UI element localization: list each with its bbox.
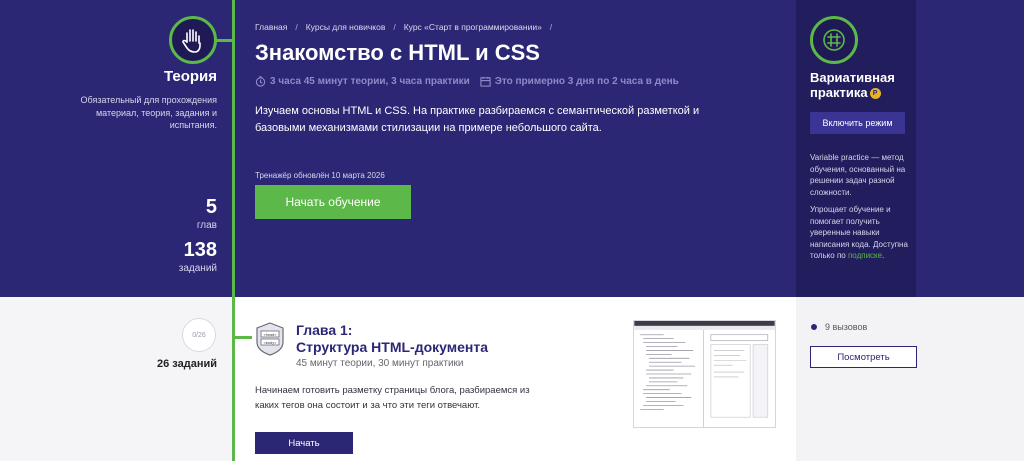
course-meta: 3 часа 45 минут теории, 3 часа практики … [255,76,689,87]
chapter-time: 45 минут теории, 30 минут практики [296,358,464,369]
coin-icon: Р [869,88,881,100]
variable-practice-title: Вариативная практика Р [810,70,916,100]
timeline-line [232,0,235,461]
variable-practice-note-end: . [882,251,885,260]
variable-practice-badge [810,16,858,64]
chapter-progress: 0/26 [182,318,216,352]
tasks-label: заданий [178,263,217,274]
variable-practice-note: Упрощает обучение и помогает получить ув… [810,204,916,262]
theory-title: Теория [163,68,217,85]
icon-head-tag: <head> [264,333,278,337]
enable-mode-button[interactable]: Включить режим [810,112,905,134]
breadcrumb-course[interactable]: Курс «Старт в программировании» [404,22,542,32]
breadcrumb-separator: / [393,22,396,32]
chapter-preview-image [633,320,776,428]
clock-icon [255,76,266,87]
breadcrumb-separator: / [295,22,298,32]
hand-icon [182,29,201,53]
breadcrumb-beginner-courses[interactable]: Курсы для новичков [306,22,386,32]
updated-date: Тренажёр обновлён 10 марта 2026 [255,171,385,180]
duration-text: 3 часа 45 минут теории, 3 часа практики [270,76,470,87]
chapters-count: 5 [205,196,217,218]
theory-badge [169,16,217,64]
chapter-description: Начинаем готовить разметку страницы блог… [255,385,530,411]
chapter-calls: 9 вызовов [811,322,867,332]
chapter-title[interactable]: Глава 1: Структура HTML-документа [296,322,488,356]
subscription-link[interactable]: подписке [848,251,882,260]
chapters-label: глав [196,220,217,231]
timeline-connector [216,39,234,42]
calendar-icon [480,76,491,87]
course-intro: Изучаем основы HTML и CSS. На практике р… [255,105,700,134]
icon-body-tag: <body> [264,341,278,345]
chapter-start-button[interactable]: Начать [255,432,353,454]
chapter-name: Структура HTML-документа [296,339,488,355]
view-button[interactable]: Посмотреть [810,346,917,368]
chapter-tasks: 26 заданий [156,358,217,370]
variable-practice-title-text: Вариативная практика [810,70,895,100]
tasks-count: 138 [183,239,217,261]
html-badge-icon: <head> <body> [256,322,284,356]
theory-description: Обязательный для прохождения материал, т… [80,95,217,130]
variable-practice-text: Variable practice — метод обучения, осно… [810,153,906,197]
start-learning-button[interactable]: Начать обучение [255,185,411,219]
calls-text: 9 вызовов [825,322,868,332]
breadcrumb-separator: / [549,22,553,32]
schedule-text: Это примерно 3 дня по 2 часа в день [494,76,679,87]
breadcrumb: Главная / Курсы для новичков / Курс «Ста… [255,22,560,32]
target-icon [823,29,845,51]
breadcrumb-home[interactable]: Главная [255,22,287,32]
duration: 3 часа 45 минут теории, 3 часа практики [255,76,470,87]
chapter-number: Глава 1: [296,322,353,338]
chapter-connector [234,336,252,339]
calls-dot [811,324,817,330]
page-title: Знакомство с HTML и CSS [255,40,540,65]
schedule: Это примерно 3 дня по 2 часа в день [480,76,679,87]
